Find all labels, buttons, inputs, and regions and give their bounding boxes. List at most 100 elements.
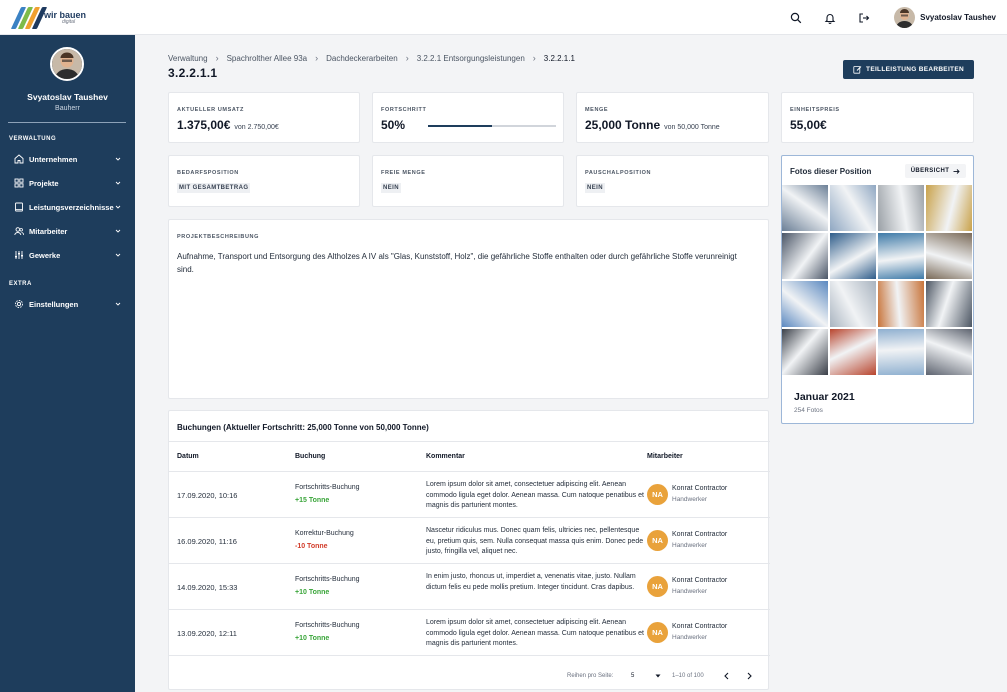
photo-thumbnail[interactable] [830,233,876,279]
photo-thumbnail[interactable] [926,185,972,231]
user-name[interactable]: Svyatoslav Taushev [920,13,996,22]
sidebar-item-label: Gewerke [29,250,61,260]
photo-thumbnail[interactable] [926,233,972,279]
einheitspreis-value: 55,00€ [790,118,827,132]
user-avatar[interactable] [894,7,916,28]
booking-type: Korrektur-Buchung [295,530,354,537]
sidebar-item-unternehmen[interactable]: Unternehmen [0,149,135,169]
sidebar-item-label: Einstellungen [29,299,79,309]
edit-button-label: TEILLEISTUNG BEARBEITEN [866,66,964,73]
chevron-right-icon: › [215,53,219,63]
breadcrumb-item[interactable]: 3.2.2.1 Entsorgungsleistungen [417,54,525,63]
photos-card[interactable]: Fotos dieser Position ÜBERSICHT Januar 2… [781,155,974,424]
photos-count: 254 Fotos [794,407,823,414]
card-pauschalposition: PAUSCHALPOSITION NEIN [576,155,769,207]
column-header-kommentar[interactable]: Kommentar [426,453,465,460]
chevron-down-icon [115,157,121,161]
description-text: Aufnahme, Transport und Entsorgung des A… [177,252,737,274]
table-row[interactable]: 16.09.2020, 11:16 Korrektur-Buchung -10 … [169,518,770,564]
sidebar-item-projekte[interactable]: Projekte [0,173,135,193]
gear-icon [15,300,23,308]
employee-name: Konrat Contractor [672,577,728,584]
sidebar-item-leistungsverzeichnisse[interactable]: Leistungsverzeichnisse [0,197,135,217]
photo-thumbnail[interactable] [878,329,924,375]
progress-fill [428,125,492,127]
chevron-right-icon: › [532,53,536,63]
chevron-right-icon: › [405,53,409,63]
booking-date: 16.09.2020, 11:16 [177,537,237,546]
overview-button[interactable]: ÜBERSICHT [905,164,966,178]
photo-thumbnail[interactable] [782,329,828,375]
column-header-buchung[interactable]: Buchung [295,453,325,460]
card-menge: MENGE 25,000 Tonne von 50,000 Tonne [576,92,769,143]
sidebar-item-mitarbeiter[interactable]: Mitarbeiter [0,221,135,241]
photo-thumbnail[interactable] [926,281,972,327]
chevron-down-icon [115,253,121,257]
photo-thumbnail[interactable] [830,281,876,327]
column-header-datum[interactable]: Datum [177,453,199,460]
sidebar: Svyatoslav Taushev Bauherr VERWALTUNG Un… [0,35,135,692]
photos-month: Januar 2021 [794,391,855,403]
prev-page-button[interactable] [723,671,730,681]
sidebar-item-label: Leistungsverzeichnisse [29,202,114,212]
rows-per-page-label: Reihen pro Seite: [567,673,614,679]
status-badge: NEIN [381,183,401,193]
chevron-down-icon [115,302,121,306]
breadcrumb: Verwaltung › Spachrolther Allee 93a › Da… [168,53,575,63]
section-verwaltung: VERWALTUNG [9,136,57,142]
booking-comment: Lorem ipsum dolor sit amet, consectetuer… [426,481,644,509]
sidebar-user-name: Svyatoslav Taushev [27,92,108,102]
employee-avatar: NA [647,576,668,597]
photo-thumbnail[interactable] [878,185,924,231]
section-extra: EXTRA [9,281,32,287]
photo-thumbnail[interactable] [878,233,924,279]
progress-value: 50% [381,118,406,132]
breadcrumb-item[interactable]: Dachdeckerarbeiten [326,54,398,63]
next-page-button[interactable] [746,671,753,681]
employee-name: Konrat Contractor [672,485,728,492]
photo-thumbnail[interactable] [782,281,828,327]
umsatz-value: 1.375,00€ [177,118,231,132]
card-label: MENGE [585,107,609,113]
employee-name: Konrat Contractor [672,531,728,538]
table-row[interactable]: 14.09.2020, 15:33 Fortschritts-Buchung +… [169,564,770,610]
table-row[interactable]: 13.09.2020, 12:11 Fortschritts-Buchung +… [169,610,770,656]
app-logo[interactable]: wir bauen digital [10,6,86,30]
photo-thumbnail[interactable] [782,185,828,231]
logo-subtext: digital [62,19,76,25]
photo-thumbnail[interactable] [830,185,876,231]
top-bar: wir bauen digital Svyatoslav Taushev [0,0,1007,35]
caret-down-icon[interactable] [655,671,661,681]
photo-thumbnail[interactable] [782,233,828,279]
search-icon[interactable] [788,10,804,26]
booking-date: 14.09.2020, 15:33 [177,583,238,592]
sidebar-item-einstellungen[interactable]: Einstellungen [0,294,135,314]
booking-amount: -10 Tonne [295,543,328,550]
bell-icon[interactable] [822,10,838,26]
rows-per-page-select[interactable]: 5 [631,671,634,681]
bookings-title: Buchungen (Aktueller Fortschritt: 25,000… [177,423,429,432]
logout-icon[interactable] [856,10,872,26]
employee-avatar: NA [647,530,668,551]
booking-comment: Nascetur ridiculus mus. Donec quam felis… [426,527,644,555]
photo-thumbnail[interactable] [926,329,972,375]
breadcrumb-item[interactable]: Spachrolther Allee 93a [227,54,308,63]
edit-subitem-button[interactable]: TEILLEISTUNG BEARBEITEN [843,60,974,79]
booking-date: 13.09.2020, 12:11 [177,629,237,638]
sidebar-avatar [50,47,84,81]
edit-icon [853,66,862,74]
booking-comment: In enim justo, rhoncus ut, imperdiet a, … [426,573,636,591]
breadcrumb-item[interactable]: Verwaltung [168,54,208,63]
booking-type: Fortschritts-Buchung [295,484,360,491]
employee-name: Konrat Contractor [672,623,728,630]
column-header-mitarbeiter[interactable]: Mitarbeiter [647,453,683,460]
photo-thumbnail[interactable] [878,281,924,327]
photo-thumbnail[interactable] [830,329,876,375]
table-row[interactable]: 17.09.2020, 10:16 Fortschritts-Buchung +… [169,472,770,518]
booking-type: Fortschritts-Buchung [295,622,360,629]
card-freie-menge: FREIE MENGE NEIN [372,155,564,207]
booking-type: Fortschritts-Buchung [295,576,360,583]
sliders-icon [15,251,23,259]
sidebar-item-gewerke[interactable]: Gewerke [0,245,135,265]
sidebar-user-role: Bauherr [55,105,80,112]
